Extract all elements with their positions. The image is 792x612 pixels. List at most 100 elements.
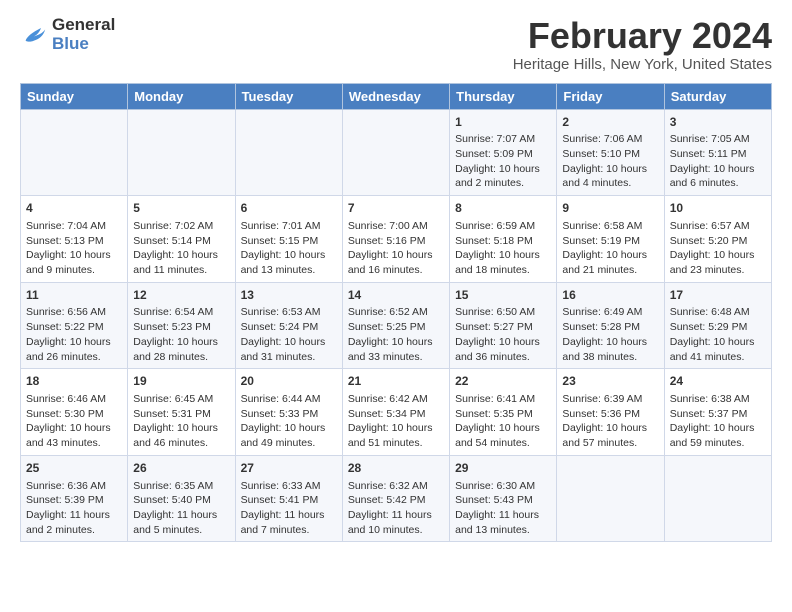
calendar-cell: 18Sunrise: 6:46 AMSunset: 5:30 PMDayligh… xyxy=(21,369,128,456)
header: General Blue February 2024 Heritage Hill… xyxy=(20,16,772,73)
cell-info: Sunrise: 7:07 AMSunset: 5:09 PMDaylight:… xyxy=(455,132,551,191)
cell-info: Sunrise: 6:56 AMSunset: 5:22 PMDaylight:… xyxy=(26,305,122,364)
calendar-cell: 24 Sunrise: 6:38 AMSunset: 5:37 PMDayligh… xyxy=(664,369,771,456)
logo-bird-icon xyxy=(20,21,48,49)
column-header-thursday: Thursday xyxy=(450,83,557,109)
day-number: 22 xyxy=(455,373,551,390)
cell-info: Sunrise: 6:44 AMSunset: 5:33 PMDaylight:… xyxy=(241,392,337,451)
title-block: February 2024 Heritage Hills, New York, … xyxy=(513,16,772,73)
day-number: 21 xyxy=(348,373,444,390)
cell-info: Sunrise: 6:59 AMSunset: 5:18 PMDaylight:… xyxy=(455,219,551,278)
calendar-cell: 11Sunrise: 6:56 AMSunset: 5:22 PMDayligh… xyxy=(21,282,128,369)
calendar-cell: 1Sunrise: 7:07 AMSunset: 5:09 PMDaylight… xyxy=(450,109,557,196)
calendar-cell: 27 Sunrise: 6:33 AMSunset: 5:41 PMDayligh… xyxy=(235,455,342,542)
day-number: 4 xyxy=(26,200,122,217)
calendar-cell: 22Sunrise: 6:41 AMSunset: 5:35 PMDayligh… xyxy=(450,369,557,456)
day-number: 6 xyxy=(241,200,337,217)
calendar-cell xyxy=(664,455,771,542)
day-number: 2 xyxy=(562,114,658,131)
day-number: 11 xyxy=(26,287,122,304)
calendar-header: SundayMondayTuesdayWednesdayThursdayFrid… xyxy=(21,83,772,109)
calendar-cell: 29 Sunrise: 6:30 AMSunset: 5:43 PMDayligh… xyxy=(450,455,557,542)
calendar-cell: 26 Sunrise: 6:35 AMSunset: 5:40 PMDayligh… xyxy=(128,455,235,542)
day-number: 15 xyxy=(455,287,551,304)
calendar-cell: 20Sunrise: 6:44 AMSunset: 5:33 PMDayligh… xyxy=(235,369,342,456)
day-number: 17 xyxy=(670,287,766,304)
cell-info: Sunrise: 6:42 AMSunset: 5:34 PMDaylight:… xyxy=(348,392,444,451)
cell-info: Sunrise: 6:52 AMSunset: 5:25 PMDaylight:… xyxy=(348,305,444,364)
column-header-tuesday: Tuesday xyxy=(235,83,342,109)
calendar-cell xyxy=(557,455,664,542)
calendar-cell: 21 Sunrise: 6:42 AMSunset: 5:34 PMDayligh… xyxy=(342,369,449,456)
cell-info: Sunrise: 6:54 AMSunset: 5:23 PMDaylight:… xyxy=(133,305,229,364)
calendar-week-row: 25 Sunrise: 6:36 AMSunset: 5:39 PMDayligh… xyxy=(21,455,772,542)
calendar-cell: 9 Sunrise: 6:58 AMSunset: 5:19 PMDaylight… xyxy=(557,196,664,283)
calendar-week-row: 18Sunrise: 6:46 AMSunset: 5:30 PMDayligh… xyxy=(21,369,772,456)
day-number: 5 xyxy=(133,200,229,217)
calendar-week-row: 11Sunrise: 6:56 AMSunset: 5:22 PMDayligh… xyxy=(21,282,772,369)
calendar-cell xyxy=(235,109,342,196)
calendar-cell: 6 Sunrise: 7:01 AMSunset: 5:15 PMDaylight… xyxy=(235,196,342,283)
logo: General Blue xyxy=(20,16,115,53)
cell-info: Sunrise: 6:30 AMSunset: 5:43 PMDaylight:… xyxy=(455,479,551,538)
column-header-monday: Monday xyxy=(128,83,235,109)
day-number: 16 xyxy=(562,287,658,304)
cell-info: Sunrise: 6:36 AMSunset: 5:39 PMDaylight:… xyxy=(26,479,122,538)
day-number: 8 xyxy=(455,200,551,217)
cell-info: Sunrise: 7:06 AMSunset: 5:10 PMDaylight:… xyxy=(562,132,658,191)
calendar-cell: 4 Sunrise: 7:04 AMSunset: 5:13 PMDaylight… xyxy=(21,196,128,283)
cell-info: Sunrise: 6:58 AMSunset: 5:19 PMDaylight:… xyxy=(562,219,658,278)
header-row: SundayMondayTuesdayWednesdayThursdayFrid… xyxy=(21,83,772,109)
subtitle: Heritage Hills, New York, United States xyxy=(513,56,772,73)
calendar-cell: 25 Sunrise: 6:36 AMSunset: 5:39 PMDayligh… xyxy=(21,455,128,542)
cell-info: Sunrise: 7:01 AMSunset: 5:15 PMDaylight:… xyxy=(241,219,337,278)
cell-info: Sunrise: 6:49 AMSunset: 5:28 PMDaylight:… xyxy=(562,305,658,364)
cell-info: Sunrise: 6:53 AMSunset: 5:24 PMDaylight:… xyxy=(241,305,337,364)
day-number: 18 xyxy=(26,373,122,390)
cell-info: Sunrise: 6:57 AMSunset: 5:20 PMDaylight:… xyxy=(670,219,766,278)
day-number: 14 xyxy=(348,287,444,304)
calendar-week-row: 4 Sunrise: 7:04 AMSunset: 5:13 PMDaylight… xyxy=(21,196,772,283)
column-header-friday: Friday xyxy=(557,83,664,109)
calendar-cell: 23 Sunrise: 6:39 AMSunset: 5:36 PMDayligh… xyxy=(557,369,664,456)
day-number: 3 xyxy=(670,114,766,131)
day-number: 9 xyxy=(562,200,658,217)
calendar-cell: 28Sunrise: 6:32 AMSunset: 5:42 PMDayligh… xyxy=(342,455,449,542)
cell-info: Sunrise: 7:00 AMSunset: 5:16 PMDaylight:… xyxy=(348,219,444,278)
logo-text: General Blue xyxy=(52,16,115,53)
calendar-body: 1Sunrise: 7:07 AMSunset: 5:09 PMDaylight… xyxy=(21,109,772,542)
cell-info: Sunrise: 6:33 AMSunset: 5:41 PMDaylight:… xyxy=(241,479,337,538)
cell-info: Sunrise: 6:38 AMSunset: 5:37 PMDaylight:… xyxy=(670,392,766,451)
day-number: 29 xyxy=(455,460,551,477)
day-number: 7 xyxy=(348,200,444,217)
calendar-cell: 19Sunrise: 6:45 AMSunset: 5:31 PMDayligh… xyxy=(128,369,235,456)
cell-info: Sunrise: 6:39 AMSunset: 5:36 PMDaylight:… xyxy=(562,392,658,451)
day-number: 1 xyxy=(455,114,551,131)
day-number: 23 xyxy=(562,373,658,390)
day-number: 28 xyxy=(348,460,444,477)
cell-info: Sunrise: 6:35 AMSunset: 5:40 PMDaylight:… xyxy=(133,479,229,538)
calendar-cell: 5Sunrise: 7:02 AMSunset: 5:14 PMDaylight… xyxy=(128,196,235,283)
cell-info: Sunrise: 7:04 AMSunset: 5:13 PMDaylight:… xyxy=(26,219,122,278)
column-header-sunday: Sunday xyxy=(21,83,128,109)
calendar-cell: 16Sunrise: 6:49 AMSunset: 5:28 PMDayligh… xyxy=(557,282,664,369)
cell-info: Sunrise: 6:45 AMSunset: 5:31 PMDaylight:… xyxy=(133,392,229,451)
main-title: February 2024 xyxy=(513,16,772,56)
day-number: 12 xyxy=(133,287,229,304)
calendar-cell: 3Sunrise: 7:05 AMSunset: 5:11 PMDaylight… xyxy=(664,109,771,196)
day-number: 26 xyxy=(133,460,229,477)
day-number: 24 xyxy=(670,373,766,390)
column-header-saturday: Saturday xyxy=(664,83,771,109)
day-number: 10 xyxy=(670,200,766,217)
calendar-cell: 14Sunrise: 6:52 AMSunset: 5:25 PMDayligh… xyxy=(342,282,449,369)
day-number: 27 xyxy=(241,460,337,477)
cell-info: Sunrise: 7:05 AMSunset: 5:11 PMDaylight:… xyxy=(670,132,766,191)
day-number: 25 xyxy=(26,460,122,477)
column-header-wednesday: Wednesday xyxy=(342,83,449,109)
calendar-week-row: 1Sunrise: 7:07 AMSunset: 5:09 PMDaylight… xyxy=(21,109,772,196)
calendar-cell xyxy=(21,109,128,196)
calendar-cell xyxy=(342,109,449,196)
calendar-table: SundayMondayTuesdayWednesdayThursdayFrid… xyxy=(20,83,772,543)
calendar-cell: 15Sunrise: 6:50 AMSunset: 5:27 PMDayligh… xyxy=(450,282,557,369)
day-number: 13 xyxy=(241,287,337,304)
